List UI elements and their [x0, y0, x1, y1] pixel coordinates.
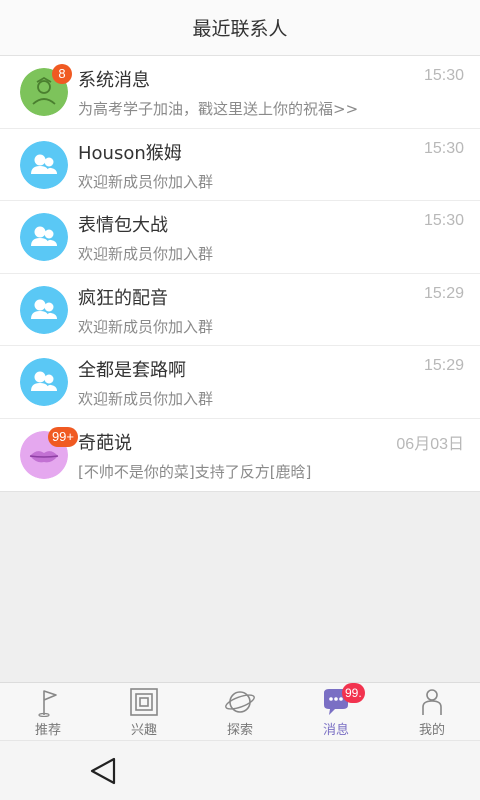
- planet-icon: [225, 691, 255, 713]
- group-icon: [20, 358, 68, 406]
- back-triangle-icon[interactable]: [88, 755, 120, 787]
- group-icon: [20, 213, 68, 261]
- top-bar: 最近联系人: [0, 0, 480, 56]
- contact-name: 系统消息: [78, 70, 150, 91]
- tab-interest[interactable]: 兴趣: [96, 683, 192, 740]
- contact-row[interactable]: Houson猴姆 15:30 欢迎新成员你加入群: [0, 129, 480, 201]
- contact-time: 06月03日: [396, 435, 464, 453]
- tab-messages[interactable]: 99. 消息: [288, 683, 384, 740]
- unread-badge: 8: [52, 64, 72, 84]
- contact-message: 欢迎新成员你加入群: [78, 390, 214, 408]
- contact-message: 欢迎新成员你加入群: [78, 317, 214, 336]
- page-title: 最近联系人: [192, 18, 288, 40]
- contact-name: Houson猴姆: [78, 142, 182, 164]
- contact-time: 15:30: [423, 212, 464, 229]
- contact-row[interactable]: 表情包大战 15:30 欢迎新成员你加入群: [0, 201, 480, 274]
- contact-message: [不帅不是你的菜]支持了反方[鹿晗]: [78, 462, 312, 481]
- contact-message: 欢迎新成员你加入群: [78, 172, 214, 191]
- contact-name: 疯狂的配音: [78, 287, 168, 309]
- contact-name: 表情包大战: [78, 215, 168, 236]
- contact-message: 为高考学子加油，戳这里送上你的祝福>>: [78, 100, 359, 118]
- contact-message: 欢迎新成员你加入群: [78, 245, 214, 263]
- tab-explore[interactable]: 探索: [192, 683, 288, 740]
- contact-name: 全都是套路啊: [78, 360, 186, 381]
- bottom-tab-bar: 推荐 兴趣 探索 99. 消息 我的: [0, 682, 480, 740]
- contact-time: 15:30: [423, 139, 464, 157]
- lips-avatar-icon: 99+: [20, 426, 78, 479]
- contact-row[interactable]: 99+ 奇葩说 06月03日 [不帅不是你的菜]支持了反方[鹿晗]: [0, 419, 480, 492]
- tab-label: 消息: [322, 723, 349, 738]
- tab-label: 我的: [418, 723, 445, 738]
- contact-time: 15:30: [423, 67, 464, 84]
- tab-me[interactable]: 我的: [384, 683, 480, 740]
- group-icon: [20, 140, 68, 189]
- group-icon: [20, 285, 68, 334]
- contact-time: 15:29: [423, 284, 464, 302]
- contact-row[interactable]: 全都是套路啊 15:29 欢迎新成员你加入群: [0, 346, 480, 419]
- unread-badge: 99+: [47, 426, 78, 447]
- system-nav-bar: [0, 740, 480, 800]
- tab-label: 探索: [226, 723, 253, 738]
- contact-time: 15:29: [423, 357, 464, 374]
- tab-label: 推荐: [34, 723, 61, 738]
- flag-icon: [38, 690, 57, 717]
- contact-row-system[interactable]: 8 系统消息 15:30 为高考学子加油，戳这里送上你的祝福>>: [0, 56, 480, 129]
- contact-list: 8 系统消息 15:30 为高考学子加油，戳这里送上你的祝福>> Houson猴…: [0, 56, 480, 492]
- person-icon: [422, 689, 442, 715]
- messages-badge: 99.: [342, 683, 365, 703]
- tab-recommend[interactable]: 推荐: [0, 683, 96, 740]
- tab-label: 兴趣: [130, 723, 157, 738]
- contact-name: 奇葩说: [78, 432, 132, 454]
- system-avatar-icon: 8: [20, 64, 72, 116]
- interest-square-icon: [130, 688, 158, 716]
- contact-row[interactable]: 疯狂的配音 15:29 欢迎新成员你加入群: [0, 274, 480, 346]
